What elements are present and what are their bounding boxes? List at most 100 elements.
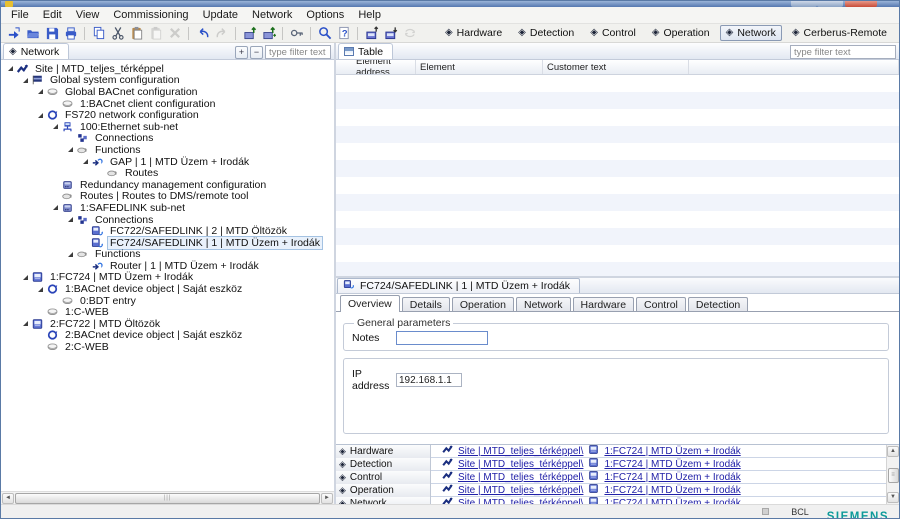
element-link[interactable]: 1:FC724 | MTD Üzem + Irodák	[604, 485, 740, 496]
tree-item[interactable]: Site | MTD_teljes_térképpel	[4, 63, 334, 75]
site-link[interactable]: Site | MTD_teljes_térképpel\	[458, 459, 583, 470]
column-header-blank[interactable]	[689, 60, 899, 74]
expander-icon[interactable]	[66, 252, 75, 257]
menu-options[interactable]: Options	[299, 8, 351, 22]
expander-icon[interactable]	[6, 66, 15, 71]
import-project-button[interactable]	[4, 25, 23, 42]
tree-item[interactable]: FC724/SAFEDLINK | 1 | MTD Üzem + Irodák	[4, 237, 334, 249]
menu-commissioning[interactable]: Commissioning	[106, 8, 195, 22]
site-link[interactable]: Site | MTD_teljes_térképpel\	[458, 446, 583, 457]
tree-filter-input[interactable]	[265, 45, 331, 59]
editor-tab-fc724[interactable]: FC724/SAFEDLINK | 1 | MTD Üzem + Irodák	[337, 278, 580, 293]
save-button[interactable]	[42, 25, 61, 42]
table-filter-input[interactable]	[790, 45, 896, 59]
tree-item[interactable]: 2:FC722 | MTD Öltözök	[4, 318, 334, 330]
element-link[interactable]: 1:FC724 | MTD Üzem + Irodák	[604, 472, 740, 483]
close-button[interactable]	[845, 1, 877, 7]
open-button[interactable]	[23, 25, 42, 42]
tree-item[interactable]: Routes	[4, 167, 334, 179]
tree-item[interactable]: Functions	[4, 249, 334, 261]
collapse-all-button[interactable]: −	[250, 46, 263, 59]
paste-button[interactable]	[127, 25, 146, 42]
import-from-panel-button[interactable]	[381, 25, 400, 42]
expander-icon[interactable]	[66, 217, 75, 222]
tree-item[interactable]: FS720 network configuration	[4, 109, 334, 121]
editor-subtab-control[interactable]: Control	[636, 297, 686, 311]
hscroll-thumb[interactable]: |||	[15, 493, 320, 504]
tab-table-view[interactable]: Table	[338, 43, 393, 59]
tree-item[interactable]: Functions	[4, 144, 334, 156]
load-to-panel-button[interactable]	[240, 25, 259, 42]
element-link[interactable]: 1:FC724 | MTD Üzem + Irodák	[604, 459, 740, 470]
maximize-button[interactable]	[817, 1, 843, 7]
site-link[interactable]: Site | MTD_teljes_térképpel\	[458, 472, 583, 483]
load-delta-button[interactable]	[259, 25, 278, 42]
window-titlebar[interactable]	[1, 1, 899, 7]
expand-all-button[interactable]: +	[235, 46, 248, 59]
tree-horizontal-scrollbar[interactable]: ◄ ||| ►	[1, 491, 334, 504]
export-to-panel-button[interactable]	[362, 25, 381, 42]
column-header-customer-text[interactable]: Customer text	[543, 60, 689, 74]
scroll-down-icon[interactable]: ▼	[887, 492, 899, 503]
column-header-element[interactable]: Element	[416, 60, 543, 74]
editor-subtab-operation[interactable]: Operation	[452, 297, 514, 311]
tree-item[interactable]: 2:BACnet device object | Saját eszköz	[4, 330, 334, 342]
menu-update[interactable]: Update	[196, 8, 245, 22]
tree-item[interactable]: 2:C-WEB	[4, 341, 334, 353]
undo-button[interactable]	[193, 25, 212, 42]
tree-item[interactable]: Routes | Routes to DMS/remote tool	[4, 191, 334, 203]
editor-subtab-overview[interactable]: Overview	[340, 295, 400, 312]
expander-icon[interactable]	[51, 124, 60, 129]
perspective-detection[interactable]: ◈Detection	[512, 25, 580, 41]
scroll-up-icon[interactable]: ▲	[887, 446, 899, 457]
tree-item[interactable]: 1:SAFEDLINK sub-net	[4, 202, 334, 214]
expander-icon[interactable]	[36, 287, 45, 292]
perspective-control[interactable]: ◈Control	[584, 25, 642, 41]
tree-item[interactable]: Redundancy management configuration	[4, 179, 334, 191]
expander-icon[interactable]	[51, 205, 60, 210]
editor-subtab-details[interactable]: Details	[402, 297, 450, 311]
menu-file[interactable]: File	[4, 8, 36, 22]
expander-icon[interactable]	[36, 89, 45, 94]
expander-icon[interactable]	[21, 275, 30, 280]
editor-subtab-network[interactable]: Network	[516, 297, 571, 311]
tree-item[interactable]: GAP | 1 | MTD Üzem + Irodák	[4, 156, 334, 168]
tree-item[interactable]: 0:BDT entry	[4, 295, 334, 307]
tree-item[interactable]: 1:FC724 | MTD Üzem + Irodák	[4, 272, 334, 284]
tree-item[interactable]: Connections	[4, 133, 334, 145]
print-button[interactable]	[61, 25, 80, 42]
links-vertical-scrollbar[interactable]: ▲ ≡ ▼	[886, 445, 899, 504]
tab-network-view[interactable]: ◈ Network	[3, 43, 69, 59]
expander-icon[interactable]	[66, 147, 75, 152]
notes-input[interactable]	[396, 331, 488, 345]
tree-item[interactable]: 1:BACnet device object | Saját eszköz	[4, 283, 334, 295]
menu-network[interactable]: Network	[245, 8, 299, 22]
help-contents-button[interactable]: ?	[334, 25, 353, 42]
expander-icon[interactable]	[81, 159, 90, 164]
expander-icon[interactable]	[36, 113, 45, 118]
tree-item[interactable]: Connections	[4, 214, 334, 226]
minimize-button[interactable]	[791, 1, 817, 7]
perspective-network[interactable]: ◈Network	[720, 25, 782, 41]
tree-item[interactable]: FC722/SAFEDLINK | 2 | MTD Öltözök	[4, 225, 334, 237]
password-button[interactable]	[287, 25, 306, 42]
expander-icon[interactable]	[21, 78, 30, 83]
perspective-cerberus-remote[interactable]: ◈Cerberus-Remote	[786, 25, 893, 41]
scroll-right-icon[interactable]: ►	[321, 493, 333, 504]
copy-button[interactable]	[89, 25, 108, 42]
menu-edit[interactable]: Edit	[36, 8, 69, 22]
search-button[interactable]	[315, 25, 334, 42]
column-header-element-address[interactable]: Element address	[336, 60, 416, 74]
tree-item[interactable]: Global BACnet configuration	[4, 86, 334, 98]
perspective-hardware[interactable]: ◈Hardware	[439, 25, 508, 41]
editor-subtab-hardware[interactable]: Hardware	[573, 297, 635, 311]
menu-view[interactable]: View	[69, 8, 107, 22]
vscroll-thumb[interactable]: ≡	[888, 468, 899, 483]
editor-subtab-detection[interactable]: Detection	[688, 297, 748, 311]
tree-item[interactable]: Router | 1 | MTD Üzem + Irodák	[4, 260, 334, 272]
tree-item[interactable]: 1:C-WEB	[4, 306, 334, 318]
ip-address-input[interactable]	[396, 373, 462, 387]
expander-icon[interactable]	[21, 321, 30, 326]
tree-item[interactable]: 100:Ethernet sub-net	[4, 121, 334, 133]
tree-item[interactable]: 1:BACnet client configuration	[4, 98, 334, 110]
